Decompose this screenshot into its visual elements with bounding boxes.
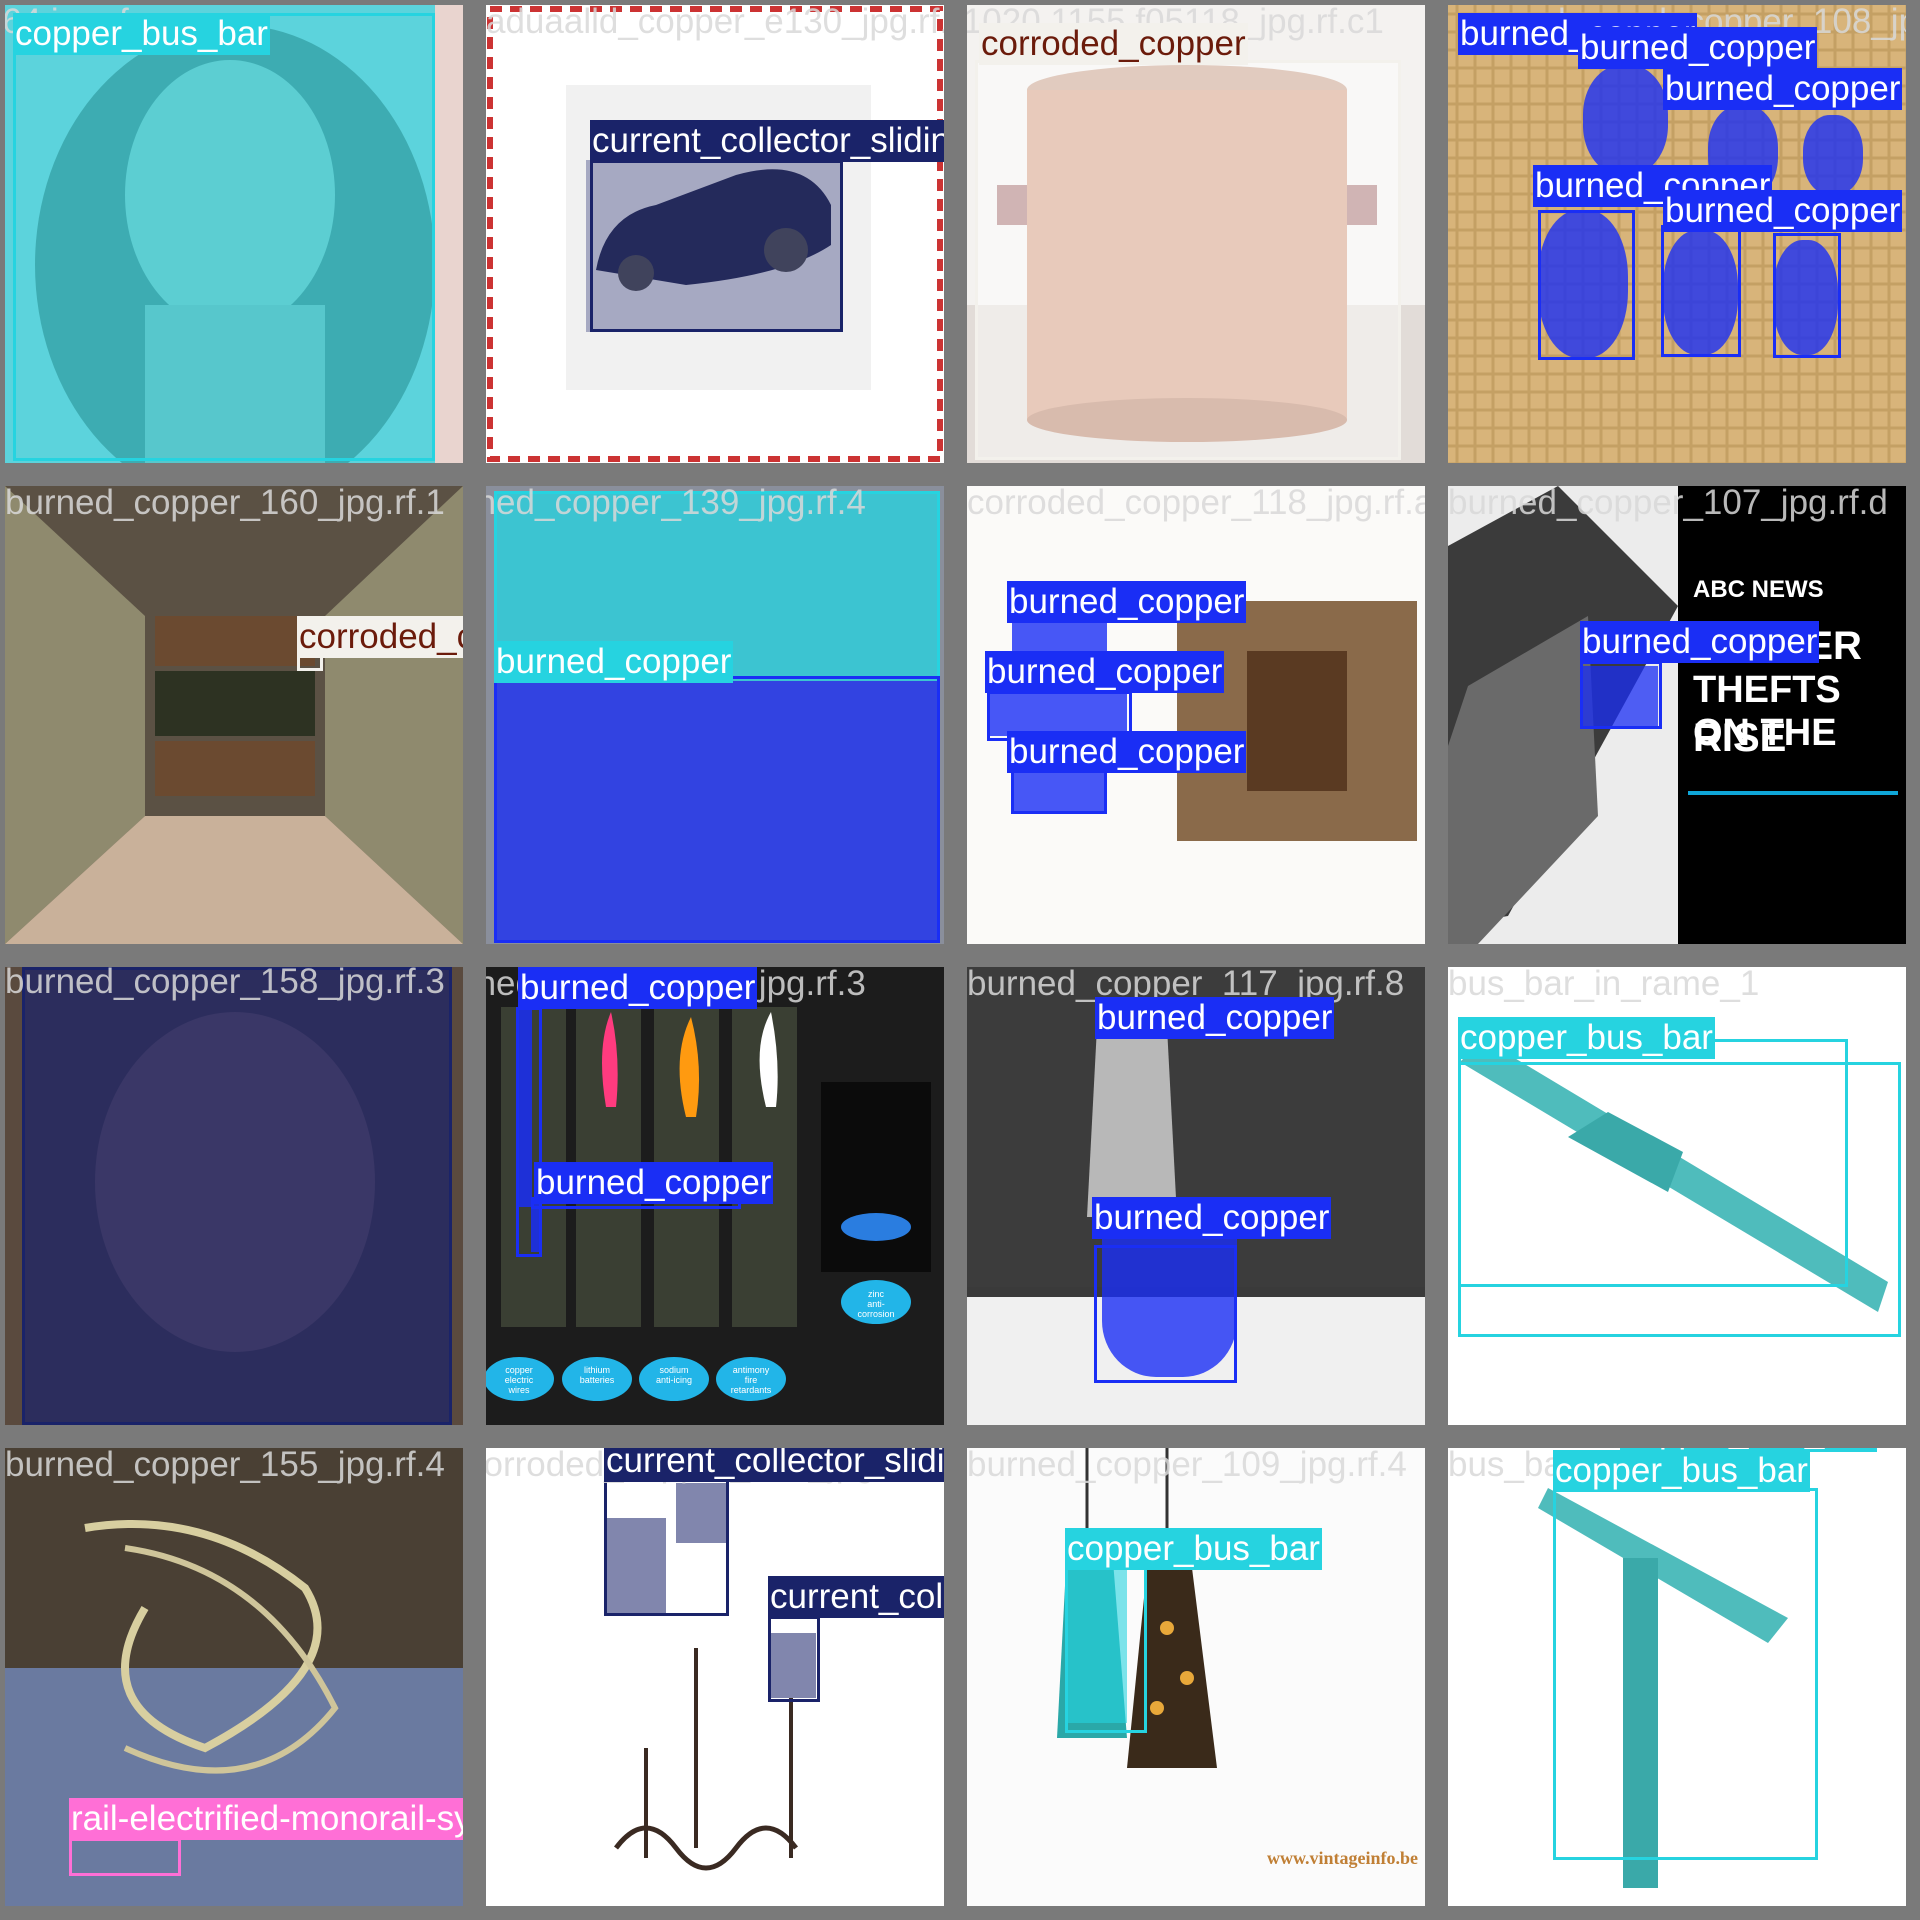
detection-label: copper_bus_bar: [13, 13, 270, 55]
tile-filename: burned_copper_109_jpg.rf.4: [967, 1448, 1407, 1484]
detection-label: burned_copper: [518, 967, 758, 1009]
mosaic-tile: ABC NEWS COPPER THEFTS ON THE RISE burne…: [1448, 486, 1906, 944]
pill-label: sodium anti-icing: [655, 1365, 693, 1385]
tile-filename: burned_copper_160_jpg.rf.1: [5, 486, 445, 522]
tile-filename: burned_copper_107_jpg.rf.d: [1448, 486, 1888, 522]
news-logo: ABC NEWS: [1693, 576, 1824, 603]
tile-filename: burned_copper_155_jpg.rf.4: [5, 1448, 445, 1484]
detection-label: copper_bus_bar: [1065, 1528, 1322, 1570]
mosaic-tile: current_collector_sliding_contact_collec…: [486, 1448, 944, 1906]
mosaic-tile: copper electric wires lithium batteries …: [486, 967, 944, 1425]
detection-label: current_collector_sliding_contact_collec…: [590, 120, 944, 162]
mosaic-tile: burned_copper_158_jpg.rf.3: [5, 967, 463, 1425]
tile-filename: bus_bar_in_rame_1: [1448, 967, 1760, 1003]
detection-label: corroded_copper: [297, 616, 463, 658]
tile-image: [1057, 1448, 1217, 1768]
detection-label: burned_copper: [1095, 997, 1335, 1039]
tile-filename: burned_copper_158_jpg.rf.3: [5, 967, 445, 1001]
mosaic-tile: burned_copper burned_copper_139_jpg.rf.4: [486, 486, 944, 944]
detection-label: burned_copper: [985, 651, 1225, 693]
detection-label: burned_copper: [1578, 27, 1818, 69]
detection-label: copper_bus_bar: [1553, 1450, 1810, 1492]
pill-label: copper electric wires: [504, 1365, 534, 1395]
detection-label: rail-electrified-monorail-system: [69, 1798, 463, 1840]
detection-label: burned_copper: [1092, 1197, 1332, 1239]
detection-label: burned_copper: [1007, 731, 1247, 773]
pill-label: zinc anti-corrosion: [857, 1289, 895, 1319]
mosaic-tile: rail-electrified-monorail-system burned_…: [5, 1448, 463, 1906]
mosaic-tile: copper_bus_bar l164.jpg.rf.a: [5, 5, 463, 463]
tile-image: [5, 486, 463, 944]
tile-filename: corroded_copper_118_jpg.rf.a: [967, 486, 1425, 522]
detection-label: burned_copper: [1663, 68, 1903, 110]
mosaic-tile: burned_copper burned_copper burned_coppe…: [967, 967, 1425, 1425]
detection-label: burned_copper: [1007, 581, 1247, 623]
detection-label: corroded_copper: [979, 23, 1248, 65]
mosaic-tile: www.vintageinfo.be copper_bus_bar burned…: [967, 1448, 1425, 1906]
tile-filename: burned_copper_139_jpg.rf.4: [486, 486, 866, 522]
mosaic-tile: burned_copper burned_copper burned_coppe…: [967, 486, 1425, 944]
tile-filename: aduaalld_copper_e130_jpg.rf.2: [486, 5, 944, 41]
pill-label: antimony fire retardants: [730, 1365, 772, 1395]
news-headline-3: RISE: [1693, 716, 1787, 760]
mosaic-tile: corroded_copper 3d11020 1155 f05118_jpg.…: [967, 5, 1425, 463]
mosaic-tile: corroded_copper burned_copper_160_jpg.rf…: [5, 486, 463, 944]
pill-label: lithium batteries: [579, 1365, 615, 1385]
mosaic-tile: current_collector_sliding_contact_collec…: [486, 5, 944, 463]
detection-label: copper_bus_bar: [1458, 1017, 1715, 1059]
watermark: www.vintageinfo.be: [1267, 1848, 1419, 1868]
detection-label: current_collector_sliding_contact_collec…: [768, 1576, 944, 1618]
detection-label: current_collector_sliding_contact_collec…: [604, 1448, 944, 1482]
mosaic-tile: copper_bus_bar bus_bar_in_rame_1: [1448, 967, 1906, 1425]
detection-label: burned_copper: [1663, 190, 1903, 232]
detection-label: burned_copper: [494, 641, 734, 683]
mosaic-tile: copper_bus_bar copper_bus_bar bus_bar_in…: [1448, 1448, 1906, 1906]
detection-label: burned_copper: [1580, 621, 1820, 663]
mosaic-tile: burned_copper burned_copper burned_coppe…: [1448, 5, 1906, 463]
detection-label: burned_copper: [534, 1162, 774, 1204]
